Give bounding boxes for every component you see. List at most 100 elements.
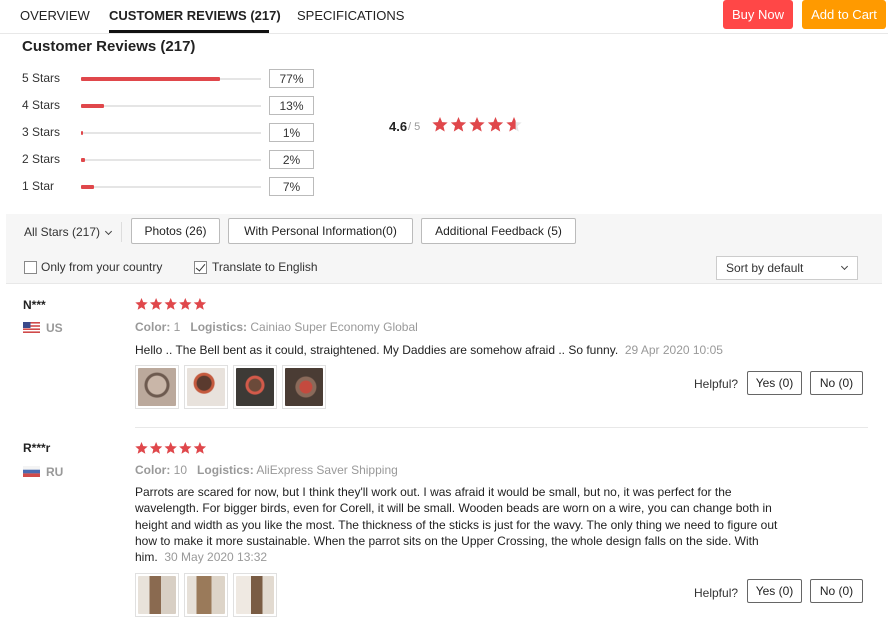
review-meta: Color: 1 Logistics: Cainiao Super Econom…: [135, 320, 418, 334]
review-photo-thumb[interactable]: [282, 365, 326, 409]
helpful-yes-button[interactable]: Yes (0): [747, 579, 802, 603]
helpful-label: Helpful?: [694, 586, 739, 600]
rating-bar-track: [81, 185, 261, 189]
review-photo-thumb[interactable]: [184, 573, 228, 617]
logistics-value: Cainiao Super Economy Global: [250, 320, 418, 334]
rating-row-label: 1 Star: [22, 179, 55, 193]
rating-row-label: 2 Stars: [22, 152, 61, 166]
average-rating: 4.6: [389, 119, 408, 134]
helpful-no-button[interactable]: No (0): [810, 579, 863, 603]
tab-specifications[interactable]: SPECIFICATIONS: [297, 8, 404, 23]
translate-label[interactable]: Translate to English: [212, 260, 318, 274]
rating-percent: 1%: [269, 123, 314, 142]
ru-flag-icon: [23, 466, 40, 477]
star-icon: [164, 298, 177, 310]
rating-bar-fill: [81, 131, 83, 135]
star-icon: [487, 117, 504, 132]
rating-row-1[interactable]: 1 Star 7%: [22, 177, 322, 197]
review-date: 30 May 2020 13:32: [164, 550, 268, 565]
reviewer-country: RU: [46, 465, 64, 479]
reviewer-name: N***: [23, 298, 46, 312]
color-value: 1: [173, 320, 181, 334]
rating-bar-track: [81, 131, 261, 135]
tab-customer-reviews[interactable]: CUSTOMER REVIEWS (217): [109, 8, 281, 23]
us-flag-icon: [23, 322, 40, 333]
rating-bar-fill: [81, 158, 85, 162]
review-meta: Color: 10 Logistics: AliExpress Saver Sh…: [135, 463, 398, 477]
photos-filter-button[interactable]: Photos (26): [131, 218, 220, 244]
personal-info-filter-button[interactable]: With Personal Information(0): [228, 218, 413, 244]
star-icon: [179, 442, 192, 454]
star-icon: [193, 442, 207, 454]
buy-now-button[interactable]: Buy Now: [723, 0, 793, 29]
review-divider: [135, 427, 868, 428]
review-text: Parrots are scared for now, but I think …: [135, 484, 785, 565]
rating-bar-track: [81, 158, 261, 162]
review-photo-thumb[interactable]: [233, 365, 277, 409]
rating-row-3[interactable]: 3 Stars 1%: [22, 123, 322, 143]
star-icon: [450, 117, 467, 132]
review-photo-thumb[interactable]: [135, 573, 179, 617]
review-photo-thumb[interactable]: [233, 573, 277, 617]
rating-row-label: 3 Stars: [22, 125, 61, 139]
rating-row-label: 5 Stars: [22, 71, 61, 85]
star-icon: [432, 117, 448, 132]
active-tab-indicator: [109, 30, 269, 33]
reviews-summary-title: Customer Reviews (217): [22, 38, 196, 55]
average-rating-scale: / 5: [408, 121, 421, 133]
additional-feedback-filter-button[interactable]: Additional Feedback (5): [421, 218, 576, 244]
chevron-down-icon: [104, 227, 113, 236]
review-photo-thumb[interactable]: [184, 365, 228, 409]
rating-percent: 77%: [269, 69, 314, 88]
star-icon: [135, 298, 148, 310]
only-country-checkbox[interactable]: [24, 261, 37, 274]
helpful-no-button[interactable]: No (0): [810, 371, 863, 395]
star-icon: [149, 442, 163, 454]
rating-row-5[interactable]: 5 Stars 77%: [22, 69, 322, 89]
sort-select[interactable]: Sort by default: [716, 256, 858, 280]
star-icon: [149, 298, 163, 310]
logistics-value: AliExpress Saver Shipping: [256, 463, 398, 477]
star-icon: [193, 298, 207, 310]
rating-row-label: 4 Stars: [22, 98, 61, 112]
filter-divider: [121, 222, 122, 242]
reviewer-name: R***r: [23, 441, 51, 455]
sort-label: Sort by default: [726, 261, 804, 275]
star-icon: [135, 442, 148, 454]
color-label: Color:: [135, 320, 171, 334]
rating-percent: 7%: [269, 177, 314, 196]
review-star-icons: [135, 442, 207, 454]
rating-bar-track: [81, 77, 261, 81]
rating-percent: 2%: [269, 150, 314, 169]
translate-checkbox[interactable]: [194, 261, 207, 274]
add-to-cart-button[interactable]: Add to Cart: [802, 0, 886, 29]
rating-bar-fill: [81, 104, 105, 108]
rating-row-2[interactable]: 2 Stars 2%: [22, 150, 322, 170]
star-icon: [164, 442, 177, 454]
all-stars-label: All Stars (217): [24, 225, 101, 239]
logistics-label: Logistics:: [190, 320, 248, 334]
review-photo-thumb[interactable]: [135, 365, 179, 409]
rating-percent: 13%: [269, 96, 314, 115]
rating-bar-fill: [81, 185, 94, 189]
average-star-icons: [432, 117, 522, 132]
rating-bar-track: [81, 104, 261, 108]
helpful-yes-button[interactable]: Yes (0): [747, 371, 802, 395]
chevron-down-icon: [840, 262, 849, 271]
star-icon: [179, 298, 192, 310]
rating-bar-fill: [81, 77, 220, 81]
color-label: Color:: [135, 463, 171, 477]
reviewer-country: US: [46, 321, 63, 335]
review-body: Hello .. The Bell bent as it could, stra…: [135, 343, 619, 357]
star-icon: [469, 117, 485, 132]
helpful-label: Helpful?: [694, 377, 739, 391]
all-stars-dropdown[interactable]: All Stars (217): [24, 225, 113, 239]
logistics-label: Logistics:: [197, 463, 254, 477]
review-text: Hello .. The Bell bent as it could, stra…: [135, 342, 785, 358]
color-value: 10: [173, 463, 188, 477]
rating-row-4[interactable]: 4 Stars 13%: [22, 96, 322, 116]
only-country-label[interactable]: Only from your country: [41, 260, 162, 274]
review-star-icons: [135, 298, 207, 310]
tab-overview[interactable]: OVERVIEW: [20, 8, 90, 23]
review-date: 29 Apr 2020 10:05: [624, 343, 723, 357]
